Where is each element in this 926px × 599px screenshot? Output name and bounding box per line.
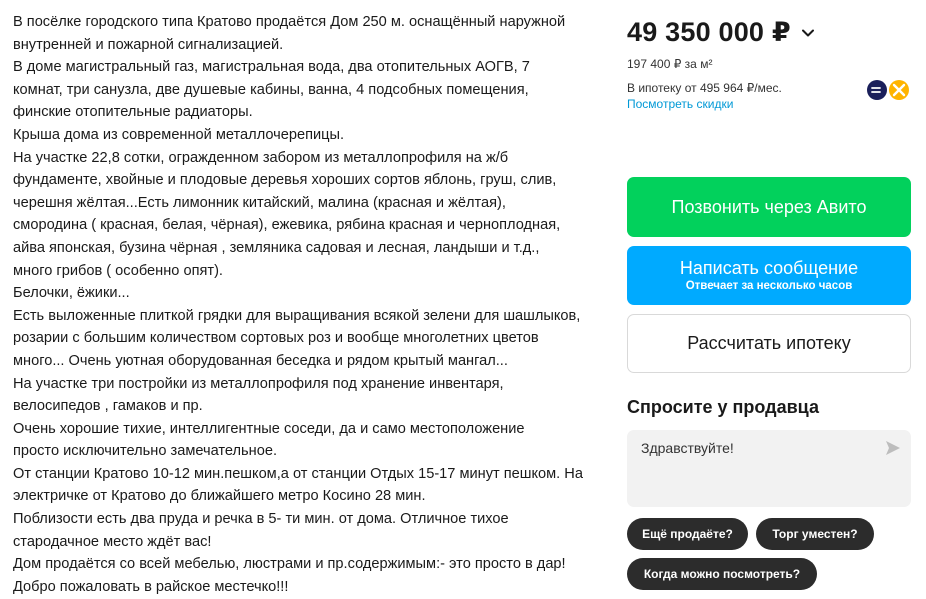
description-line: комнат, три санузла, две душевые кабины,… — [13, 81, 529, 98]
description-line: велосипедов , гамаков и пр. — [13, 398, 203, 415]
description-line: много... Очень уютная оборудованная бесе… — [13, 352, 508, 369]
description-line: В посёлке городского типа Кратово продаё… — [13, 14, 566, 30]
description-line: Есть выложенные плиткой грядки для выращ… — [13, 307, 581, 324]
description-line: смородина ( красная, белая, чёрная), еже… — [13, 217, 561, 234]
description-line: электричке от Кратово до ближайшего метр… — [13, 488, 426, 505]
price-row[interactable]: 49 350 000 ₽ — [627, 17, 815, 48]
description-line: Очень хорошие тихие, интеллигентные сосе… — [13, 420, 525, 437]
description-line: стародачное место ждёт вас! — [13, 533, 212, 550]
discounts-link[interactable]: Посмотреть скидки — [627, 97, 733, 111]
ask-seller-input-value: Здравствуйте! — [641, 440, 734, 456]
description-line: просто исключительно замечательное. — [13, 443, 278, 460]
description-line: Белочки, ёжики... — [13, 285, 130, 302]
description-line: фундаменте, хвойные и плодовые деревья х… — [13, 172, 557, 189]
description-line: На участке 22,8 сотки, огражденном забор… — [13, 149, 509, 166]
description-line: В доме магистральный газ, магистральная … — [13, 59, 530, 76]
send-icon[interactable] — [885, 440, 901, 456]
quick-question-chip[interactable]: Торг уместен? — [756, 518, 874, 550]
chevron-down-icon[interactable] — [801, 26, 815, 40]
description-line: много грибов ( особенно опят). — [13, 262, 223, 279]
description-line: Поблизости есть два пруда и речка в 5- т… — [13, 511, 509, 528]
quick-question-chip[interactable]: Когда можно посмотреть? — [627, 558, 817, 590]
description-line: Добро пожаловать в райское местечко!!! — [13, 578, 289, 595]
mortgage-from: В ипотеку от 495 964 ₽/мес. — [627, 81, 782, 95]
ask-seller-input[interactable]: Здравствуйте! — [627, 430, 911, 507]
description-line: Дом продаётся со всей мебелью, люстрами … — [13, 556, 566, 573]
description-line: айва японская, бузина чёрная , земляника… — [13, 239, 540, 256]
description-line: внутренней и пожарной сигнализацией. — [13, 36, 284, 53]
description-line: розарии с большим количеством сортовых р… — [13, 330, 539, 347]
calculate-mortgage-button[interactable]: Рассчитать ипотеку — [627, 314, 911, 373]
price-per-m2: 197 400 ₽ за м² — [627, 57, 713, 71]
bank-logo-icon[interactable] — [866, 79, 912, 101]
quick-question-chip[interactable]: Ещё продаёте? — [627, 518, 748, 550]
description-line: черешня жёлтая...Есть лимонник китайский… — [13, 194, 506, 211]
description-line: Крыша дома из современной металлочерепиц… — [13, 126, 345, 143]
message-button-sublabel: Отвечает за несколько часов — [685, 280, 853, 292]
message-button-label: Написать сообщение — [679, 258, 859, 278]
description-line: На участке три постройки из металлопрофи… — [13, 375, 504, 392]
price-value: 49 350 000 ₽ — [627, 17, 791, 47]
ask-seller-title: Спросите у продавца — [627, 397, 819, 417]
call-button-label: Позвонить через Авито — [671, 196, 867, 217]
call-via-avito-button[interactable]: Позвонить через Авито — [627, 177, 911, 237]
description-line: финские отопительные радиаторы. — [13, 104, 253, 121]
write-message-button[interactable]: Написать сообщение Отвечает за несколько… — [627, 246, 911, 305]
description-line: От станции Кратово 10-12 мин.пешком,а от… — [13, 465, 583, 482]
mortgage-button-label: Рассчитать ипотеку — [687, 333, 851, 353]
item-description: В посёлке городского типа Кратово продаё… — [13, 11, 603, 598]
